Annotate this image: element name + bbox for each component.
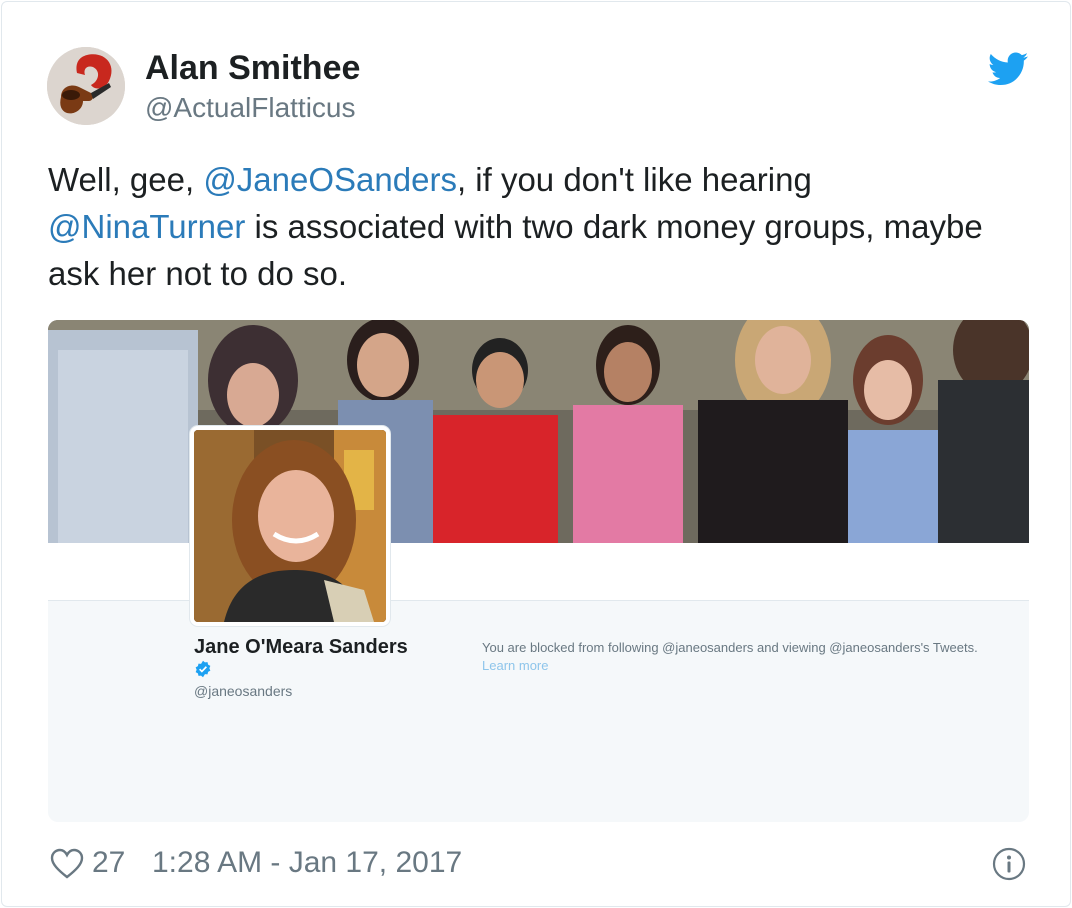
- pipe-avatar-image: [47, 47, 125, 125]
- info-icon[interactable]: [992, 847, 1026, 881]
- tweet-text-part: Well, gee,: [48, 161, 204, 198]
- twitter-bird-icon[interactable]: [988, 52, 1028, 86]
- tweet-text-part: , if you don't like hearing: [456, 161, 812, 198]
- like-count[interactable]: 27: [92, 846, 125, 880]
- author-name[interactable]: Alan Smithee: [145, 48, 360, 88]
- author-handle[interactable]: @ActualFlatticus: [145, 90, 356, 126]
- profile-photo[interactable]: [190, 426, 390, 626]
- profile-photo-image: [194, 430, 386, 622]
- tweet-text: Well, gee, @JaneOSanders, if you don't l…: [48, 156, 1038, 297]
- verified-badge-icon: [195, 660, 211, 678]
- tweet-embed-card: Alan Smithee @ActualFlatticus Well, gee,…: [1, 1, 1071, 907]
- tweet-timestamp[interactable]: 1:28 AM - Jan 17, 2017: [152, 846, 462, 880]
- embedded-profile-card[interactable]: Jane O'Meara Sanders @janeosanders You a…: [48, 320, 1029, 822]
- blocked-message: You are blocked from following @janeosan…: [482, 640, 978, 655]
- profile-name[interactable]: Jane O'Meara Sanders: [194, 636, 408, 659]
- profile-info-panel: [48, 600, 1029, 822]
- mention-link[interactable]: @JaneOSanders: [203, 161, 457, 198]
- profile-handle[interactable]: @janeosanders: [194, 683, 292, 699]
- learn-more-link[interactable]: Learn more: [482, 658, 548, 673]
- author-avatar[interactable]: [47, 47, 125, 125]
- mention-link[interactable]: @NinaTurner: [48, 208, 245, 245]
- heart-icon[interactable]: [50, 848, 84, 880]
